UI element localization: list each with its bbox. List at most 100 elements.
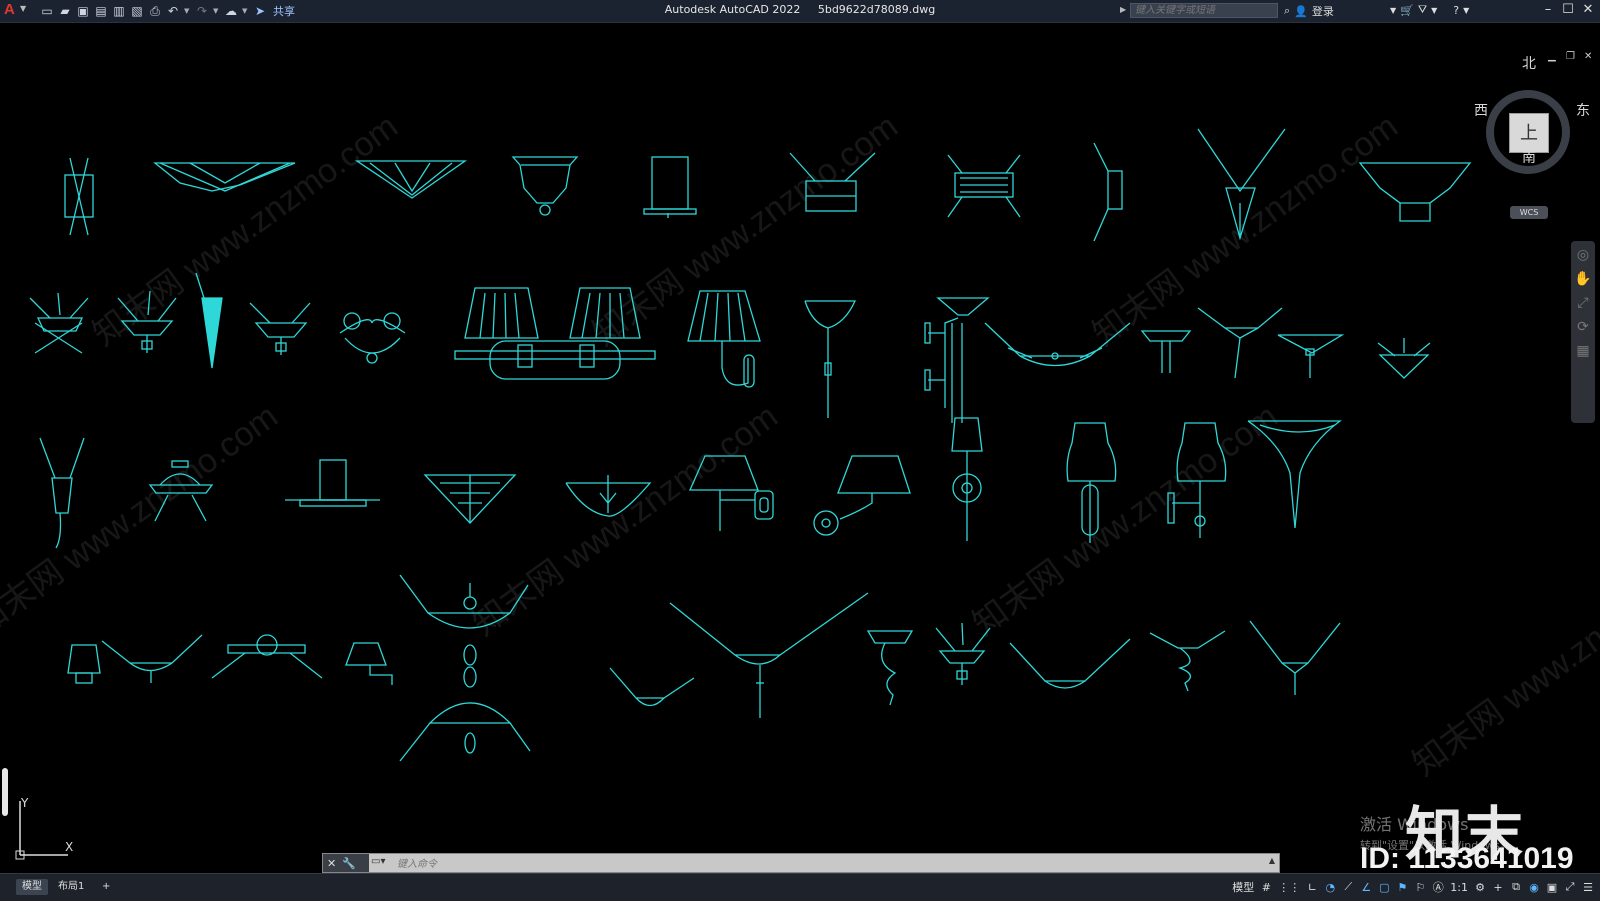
wall-lamp[interactable] (1249, 620, 1341, 695)
user-icon[interactable]: 👤 (1294, 5, 1308, 18)
wall-lamp[interactable] (153, 162, 296, 192)
qat-customize-icon[interactable]: ▼ (242, 7, 249, 15)
clean-screen-icon[interactable]: ▣ (1546, 881, 1558, 894)
apps-dropdown-icon[interactable]: ▼ (1431, 6, 1437, 15)
add-layout-button[interactable]: + (96, 879, 116, 895)
wall-lamp[interactable] (454, 287, 656, 380)
maximize-button[interactable]: ☐ (1560, 2, 1576, 17)
wall-lamp[interactable] (211, 634, 323, 679)
wall-lamp[interactable] (1009, 638, 1131, 689)
wall-lamp[interactable] (1247, 420, 1342, 529)
steering-wheel-icon[interactable]: ◎ (1577, 247, 1589, 263)
login-link[interactable]: 登录 (1312, 3, 1334, 19)
share-send-icon[interactable]: ➤ (253, 4, 267, 18)
wall-lamp[interactable] (935, 622, 991, 685)
grid-icon[interactable]: # (1260, 881, 1272, 894)
cart-icon[interactable]: 🛒 (1400, 4, 1414, 17)
drawing-canvas[interactable]: 知末网 www.znzmo.com 知末网 www.znzmo.com 知末网 … (0, 23, 1600, 873)
wall-lamp[interactable] (565, 475, 652, 517)
scale-button[interactable]: 1:1 (1450, 881, 1468, 894)
search-icon[interactable]: ⌕ (1284, 4, 1290, 18)
wall-lamp[interactable] (423, 474, 517, 524)
plot-preview-icon[interactable]: ▧ (130, 4, 144, 18)
wall-lamp[interactable] (1140, 330, 1192, 373)
publish-icon[interactable]: ▥ (112, 4, 126, 18)
search-expand-icon[interactable]: ▶ (1120, 5, 1126, 14)
wall-lamp[interactable] (117, 290, 177, 353)
minimize-button[interactable]: – (1540, 2, 1556, 17)
left-scroll-handle[interactable] (2, 768, 8, 816)
undo-icon[interactable]: ↶ (166, 4, 180, 18)
showmotion-icon[interactable]: ▦ (1576, 343, 1589, 359)
command-input[interactable] (395, 855, 1259, 873)
wall-lamp[interactable] (951, 417, 983, 541)
isodraft-icon[interactable]: ⟋ (1342, 880, 1354, 894)
wall-lamp[interactable] (285, 459, 380, 507)
wall-lamp[interactable] (789, 152, 876, 212)
tab-model[interactable]: 模型 (16, 879, 48, 895)
wall-lamp[interactable] (354, 160, 468, 199)
save-icon[interactable]: ▣ (76, 4, 90, 18)
annotation-visibility-icon[interactable]: ⚑ (1396, 881, 1408, 894)
autodesk-app-icon[interactable]: ⛛ (1418, 3, 1427, 17)
orbit-icon[interactable]: ⟳ (1577, 319, 1589, 335)
search-input[interactable] (1130, 3, 1278, 18)
app-menu-caret-icon[interactable]: ▼ (20, 4, 26, 13)
wall-lamp[interactable] (1149, 630, 1226, 692)
command-history-up-icon[interactable]: ▲ (1269, 856, 1275, 865)
open-icon[interactable]: ▰ (58, 4, 72, 18)
workspace-gear-icon[interactable]: ⚙ (1474, 881, 1486, 894)
snap-icon[interactable]: ⋮⋮ (1278, 881, 1300, 894)
undo-dropdown-icon[interactable]: ▼ (184, 7, 191, 15)
share-cloud-icon[interactable]: ☁ (224, 4, 238, 18)
wall-lamp[interactable] (947, 154, 1021, 218)
wall-lamp[interactable] (1197, 128, 1286, 241)
otrack-icon[interactable]: ▢ (1378, 881, 1390, 894)
osnap-icon[interactable]: ∠ (1360, 881, 1372, 894)
app-logo-icon[interactable]: A (4, 2, 20, 18)
wall-lamp[interactable] (609, 667, 695, 707)
new-icon[interactable]: ▭ (40, 4, 54, 18)
wall-lamp[interactable] (345, 642, 393, 685)
wall-lamp[interactable] (339, 312, 406, 364)
redo-icon[interactable]: ↷ (195, 4, 209, 18)
wall-lamp[interactable] (687, 290, 761, 388)
compass-north[interactable]: 北 (1522, 53, 1536, 73)
redo-dropdown-icon[interactable]: ▼ (213, 7, 220, 15)
wall-lamp[interactable] (1167, 422, 1227, 538)
wall-lamp[interactable] (924, 297, 990, 423)
saveas-icon[interactable]: ▤ (94, 4, 108, 18)
wall-lamp[interactable] (1197, 307, 1283, 379)
wall-lamp[interactable] (1377, 338, 1431, 379)
wall-lamp[interactable] (64, 157, 94, 236)
print-icon[interactable]: ⎙ (148, 4, 162, 18)
wall-lamp[interactable] (249, 302, 311, 355)
close-commandline-icon[interactable]: ✕ (327, 857, 336, 870)
compass-west[interactable]: 西 (1474, 100, 1488, 120)
tab-layout1[interactable]: 布局1 (52, 879, 90, 895)
wall-lamp[interactable] (101, 634, 203, 683)
customize-icon[interactable]: ☰ (1582, 881, 1594, 894)
ortho-icon[interactable]: ∟ (1306, 881, 1318, 894)
wall-lamp[interactable] (148, 460, 214, 522)
viewport-close-button[interactable]: ✕ (1584, 51, 1592, 62)
wall-lamp[interactable] (689, 455, 774, 531)
polar-icon[interactable]: ◔ (1324, 881, 1336, 894)
wall-lamp[interactable] (29, 292, 89, 354)
viewport-minimize-button[interactable]: ▁ (1548, 51, 1556, 62)
wall-lamp[interactable] (1358, 162, 1472, 222)
pan-icon[interactable]: ✋ (1574, 271, 1591, 287)
zoom-icon[interactable]: ⤢ (1577, 295, 1588, 311)
fullscreen-icon[interactable]: ⤢ (1564, 880, 1576, 894)
wall-lamp[interactable] (984, 322, 1131, 367)
compass-south[interactable]: 南 (1522, 147, 1536, 167)
model-space-button[interactable]: 模型 (1232, 879, 1254, 895)
wall-lamp[interactable] (39, 437, 85, 549)
close-button[interactable]: ✕ (1580, 2, 1596, 17)
wall-lamp[interactable] (67, 644, 101, 684)
wall-lamp[interactable] (1277, 334, 1345, 378)
customize-wrench-icon[interactable]: 🔧 (342, 857, 356, 870)
help-icon[interactable]: ? (1453, 4, 1459, 17)
compass-east[interactable]: 东 (1576, 100, 1590, 120)
wall-lamp[interactable] (195, 272, 223, 369)
